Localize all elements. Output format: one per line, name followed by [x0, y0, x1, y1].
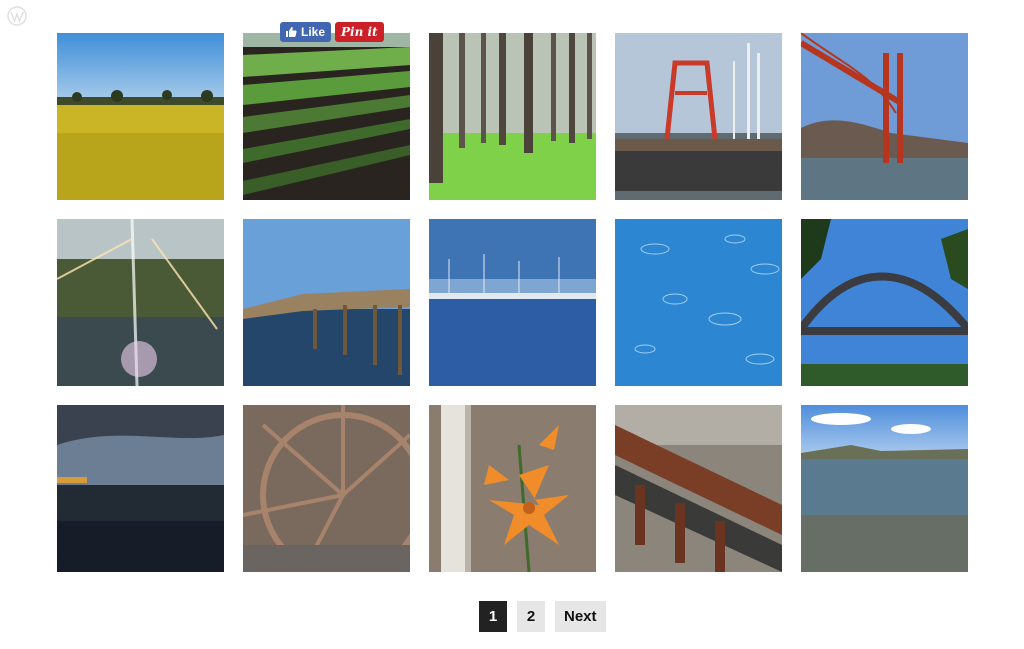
photo-pine-forest	[429, 33, 596, 200]
gallery-thumbnail[interactable]	[57, 405, 224, 572]
wordpress-icon	[7, 6, 27, 26]
gallery-thumbnail[interactable]	[429, 219, 596, 386]
photo-dusk-sea	[57, 405, 224, 572]
photo-orange-lily	[429, 405, 596, 572]
photo-marina	[429, 219, 596, 386]
gallery-page: Like Pin it 1 2 Next	[0, 0, 1024, 649]
gallery-thumbnail[interactable]	[801, 219, 968, 386]
gallery-thumbnail[interactable]	[429, 405, 596, 572]
page-2-button[interactable]: 2	[517, 601, 545, 632]
photo-rocky-shoreline	[801, 405, 968, 572]
share-buttons: Like Pin it	[280, 22, 384, 42]
photo-pier-tower	[615, 33, 782, 200]
gallery-thumbnail[interactable]	[57, 219, 224, 386]
gallery-thumbnail[interactable]	[615, 219, 782, 386]
photo-harbour-bridge	[801, 219, 968, 386]
photo-rain-ripples	[615, 219, 782, 386]
thumbs-up-icon	[286, 27, 297, 37]
gallery-thumbnail[interactable]	[615, 405, 782, 572]
facebook-like-button[interactable]: Like	[280, 22, 332, 42]
photo-lettuce-farm	[243, 33, 410, 200]
photo-railroad-track	[615, 405, 782, 572]
photo-boardwalk	[243, 219, 410, 386]
gallery-thumbnail[interactable]	[243, 33, 410, 200]
gallery-thumbnail[interactable]	[615, 33, 782, 200]
gallery-thumbnail[interactable]	[801, 405, 968, 572]
pinterest-pin-button[interactable]: Pin it	[335, 22, 384, 42]
gallery-thumbnail[interactable]	[243, 405, 410, 572]
next-page-button[interactable]: Next	[555, 601, 606, 632]
gallery-thumbnail[interactable]	[429, 33, 596, 200]
photo-canola-field	[57, 33, 224, 200]
gallery-thumbnail[interactable]	[57, 33, 224, 200]
pagination: 1 2 Next	[479, 601, 606, 632]
photo-gallery	[57, 33, 968, 572]
gallery-thumbnail[interactable]	[801, 33, 968, 200]
photo-sun-flare-lake	[57, 219, 224, 386]
photo-golden-gate-bridge	[801, 33, 968, 200]
gallery-thumbnail[interactable]	[243, 219, 410, 386]
pin-label: Pin it	[341, 25, 378, 39]
photo-wagon-wheel	[243, 405, 410, 572]
page-1-button[interactable]: 1	[479, 601, 507, 632]
like-label: Like	[301, 25, 326, 39]
